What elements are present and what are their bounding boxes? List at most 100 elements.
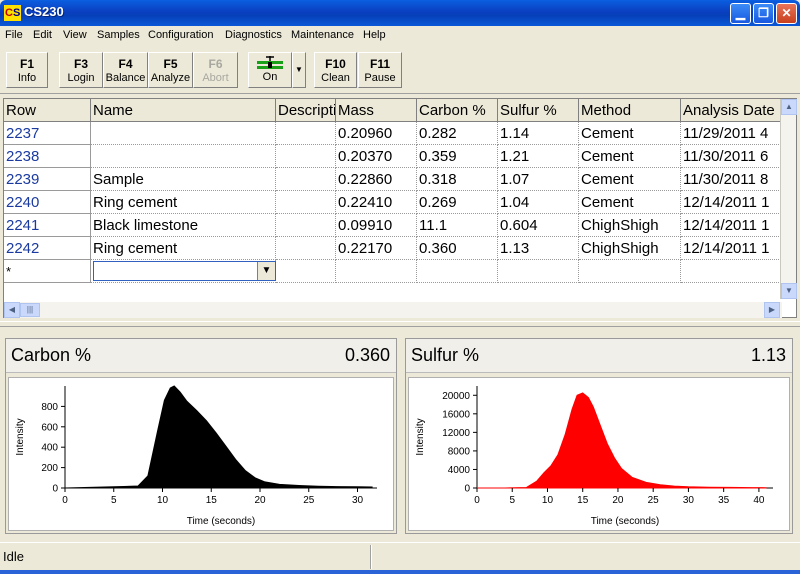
cell-method[interactable]: ChighShigh: [579, 214, 681, 237]
cell-mass[interactable]: 0.22410: [336, 191, 417, 214]
cell-method[interactable]: ChighShigh: [579, 237, 681, 260]
combo-dropdown-icon[interactable]: ▼: [257, 262, 275, 280]
cell-name[interactable]: Ring cement: [91, 191, 276, 214]
new-row-cell-method[interactable]: [579, 260, 681, 283]
cell-description[interactable]: [276, 145, 336, 168]
cell-analysis-date[interactable]: 11/30/2011 6: [681, 145, 782, 168]
new-row-cell-sulfur[interactable]: [498, 260, 579, 283]
cell-carbon[interactable]: 0.269: [417, 191, 498, 214]
analyze-button[interactable]: F5 Analyze: [148, 52, 193, 88]
cell-mass[interactable]: 0.20960: [336, 122, 417, 145]
cell-sulfur[interactable]: 1.04: [498, 191, 579, 214]
cell-description[interactable]: [276, 214, 336, 237]
panel-splitter[interactable]: [0, 321, 800, 327]
column-header-mass[interactable]: Mass: [336, 99, 417, 122]
maximize-button[interactable]: ❐: [753, 3, 774, 24]
abort-button[interactable]: F6 Abort: [193, 52, 238, 88]
scroll-left-icon[interactable]: ◀: [4, 302, 20, 318]
column-header-description[interactable]: Description: [276, 99, 336, 122]
menu-diagnostics[interactable]: Diagnostics: [225, 29, 282, 41]
cell-description[interactable]: [276, 191, 336, 214]
menu-maintenance[interactable]: Maintenance: [291, 29, 354, 41]
menu-samples[interactable]: Samples: [97, 29, 140, 41]
scroll-up-icon[interactable]: ▲: [781, 99, 797, 115]
cell-description[interactable]: [276, 237, 336, 260]
cell-name[interactable]: Black limestone: [91, 214, 276, 237]
column-header-method[interactable]: Method: [579, 99, 681, 122]
horizontal-scroll-thumb[interactable]: |||: [20, 303, 40, 317]
cell-method[interactable]: Cement: [579, 191, 681, 214]
sulfur-y-axis-label: Intensity: [415, 418, 426, 455]
cell-row[interactable]: 2241: [4, 214, 91, 237]
menu-edit[interactable]: Edit: [33, 29, 52, 41]
scroll-down-icon[interactable]: ▼: [781, 283, 797, 299]
cell-row[interactable]: 2239: [4, 168, 91, 191]
restore-icon: ❐: [758, 6, 769, 20]
menu-configuration[interactable]: Configuration: [148, 29, 213, 41]
carbon-y-tick-label: 0: [52, 484, 58, 495]
balance-button[interactable]: F4 Balance: [103, 52, 148, 88]
cell-name[interactable]: [91, 145, 276, 168]
column-header-row[interactable]: Row: [4, 99, 91, 122]
furnace-dropdown-button[interactable]: ▼: [292, 52, 306, 88]
cell-analysis-date[interactable]: 11/30/2011 8: [681, 168, 782, 191]
new-row-cell-analysis-date[interactable]: [681, 260, 782, 283]
cell-description[interactable]: [276, 168, 336, 191]
cell-method[interactable]: Cement: [579, 145, 681, 168]
cell-sulfur[interactable]: 1.13: [498, 237, 579, 260]
cell-sulfur[interactable]: 0.604: [498, 214, 579, 237]
cell-mass[interactable]: 0.22170: [336, 237, 417, 260]
column-header-name[interactable]: Name: [91, 99, 276, 122]
cell-mass[interactable]: 0.22860: [336, 168, 417, 191]
scroll-right-icon[interactable]: ▶: [764, 302, 780, 318]
name-combo-input[interactable]: ▼: [93, 261, 276, 281]
cell-method[interactable]: Cement: [579, 122, 681, 145]
cell-analysis-date[interactable]: 12/14/2011 1: [681, 237, 782, 260]
cell-row[interactable]: 2240: [4, 191, 91, 214]
cell-name[interactable]: Sample: [91, 168, 276, 191]
cell-carbon[interactable]: 0.359: [417, 145, 498, 168]
cell-name[interactable]: Ring cement: [91, 237, 276, 260]
vertical-scrollbar[interactable]: ▲ ▼: [780, 99, 797, 299]
info-button[interactable]: F1 Info: [6, 52, 48, 88]
cell-sulfur[interactable]: 1.14: [498, 122, 579, 145]
cell-analysis-date[interactable]: 12/14/2011 1: [681, 214, 782, 237]
close-button[interactable]: ✕: [776, 3, 797, 24]
sulfur-x-tick-label: 0: [474, 495, 480, 506]
new-row-cell-mass[interactable]: [336, 260, 417, 283]
carbon-chart: 0 5 10 15 20 25 30 0 200 400 600 800 Time (seconds) I…: [8, 377, 394, 531]
cell-mass[interactable]: 0.09910: [336, 214, 417, 237]
new-row-marker[interactable]: *: [4, 260, 91, 283]
cell-description[interactable]: [276, 122, 336, 145]
cell-analysis-date[interactable]: 12/14/2011 1: [681, 191, 782, 214]
menu-file[interactable]: File: [5, 29, 23, 41]
horizontal-scrollbar[interactable]: ◀ ||| ▶: [4, 302, 782, 318]
clean-button[interactable]: F10 Clean: [314, 52, 357, 88]
cell-row[interactable]: 2238: [4, 145, 91, 168]
cell-analysis-date[interactable]: 11/29/2011 4: [681, 122, 782, 145]
cell-carbon[interactable]: 11.1: [417, 214, 498, 237]
cell-method[interactable]: Cement: [579, 168, 681, 191]
cell-row[interactable]: 2237: [4, 122, 91, 145]
column-header-analysis-date[interactable]: Analysis Date: [681, 99, 782, 122]
carbon-y-axis-label: Intensity: [15, 418, 26, 455]
cell-name[interactable]: [91, 122, 276, 145]
furnace-on-button[interactable]: On: [248, 52, 292, 88]
cell-sulfur[interactable]: 1.21: [498, 145, 579, 168]
cell-carbon[interactable]: 0.360: [417, 237, 498, 260]
new-row-cell-description[interactable]: [276, 260, 336, 283]
cell-mass[interactable]: 0.20370: [336, 145, 417, 168]
cell-sulfur[interactable]: 1.07: [498, 168, 579, 191]
column-header-sulfur[interactable]: Sulfur %: [498, 99, 579, 122]
cell-carbon[interactable]: 0.318: [417, 168, 498, 191]
pause-button[interactable]: F11 Pause: [358, 52, 402, 88]
menu-help[interactable]: Help: [363, 29, 386, 41]
column-header-carbon[interactable]: Carbon %: [417, 99, 498, 122]
cell-row[interactable]: 2242: [4, 237, 91, 260]
carbon-x-tick-label: 15: [206, 495, 218, 506]
login-button[interactable]: F3 Login: [59, 52, 103, 88]
cell-carbon[interactable]: 0.282: [417, 122, 498, 145]
minimize-button[interactable]: ▁: [730, 3, 751, 24]
new-row-cell-carbon[interactable]: [417, 260, 498, 283]
menu-view[interactable]: View: [63, 29, 87, 41]
